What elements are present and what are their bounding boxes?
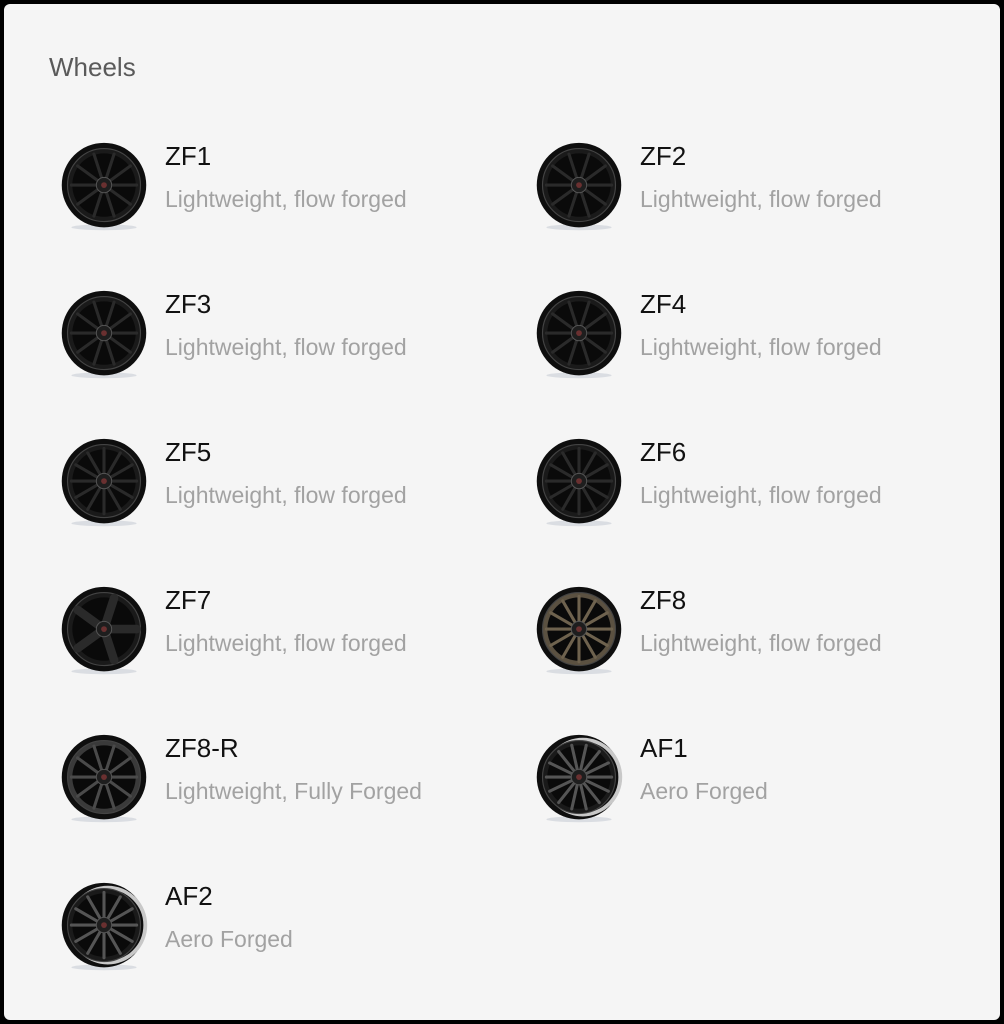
wheel-item-zf7[interactable]: ZF7 Lightweight, flow forged (56, 583, 476, 683)
wheel-name: ZF7 (165, 585, 212, 615)
wheel-description: Lightweight, flow forged (165, 482, 407, 508)
wheel-name: ZF8 (640, 585, 687, 615)
wheel-description: Lightweight, flow forged (165, 334, 407, 360)
wheel-name: AF1 (640, 733, 688, 763)
wheel-name: ZF5 (165, 437, 212, 467)
wheel-name: ZF2 (640, 141, 687, 171)
wheel-item-af2[interactable]: AF2 Aero Forged (56, 879, 476, 979)
wheel-name: ZF3 (165, 289, 212, 319)
wheel-description: Lightweight, flow forged (165, 186, 407, 212)
wheel-icon (531, 287, 627, 383)
wheel-description: Lightweight, flow forged (640, 482, 882, 508)
wheel-description: Lightweight, Fully Forged (165, 778, 422, 804)
wheel-icon (531, 731, 627, 827)
wheel-name: AF2 (165, 881, 213, 911)
wheel-item-zf3[interactable]: ZF3 Lightweight, flow forged (56, 287, 476, 387)
wheel-icon (56, 139, 152, 235)
wheel-description: Lightweight, flow forged (165, 630, 407, 656)
wheel-icon (531, 583, 627, 679)
wheel-name: ZF4 (640, 289, 687, 319)
wheel-name: ZF8-R (165, 733, 239, 763)
wheel-item-zf2[interactable]: ZF2 Lightweight, flow forged (531, 139, 951, 239)
wheels-panel: Wheels ZF1 Lightweight, flow forged ZF2 Lig… (4, 4, 1000, 1020)
wheel-icon (56, 287, 152, 383)
wheel-icon (56, 879, 152, 975)
wheel-name: ZF1 (165, 141, 212, 171)
wheel-item-zf5[interactable]: ZF5 Lightweight, flow forged (56, 435, 476, 535)
wheel-item-af1[interactable]: AF1 Aero Forged (531, 731, 951, 831)
wheel-item-zf8[interactable]: ZF8 Lightweight, flow forged (531, 583, 951, 683)
wheel-description: Lightweight, flow forged (640, 334, 882, 360)
wheel-description: Aero Forged (640, 778, 768, 804)
wheel-icon (531, 139, 627, 235)
wheel-item-zf4[interactable]: ZF4 Lightweight, flow forged (531, 287, 951, 387)
wheel-icon (56, 583, 152, 679)
wheel-item-zf8-r[interactable]: ZF8-R Lightweight, Fully Forged (56, 731, 476, 831)
wheel-item-zf1[interactable]: ZF1 Lightweight, flow forged (56, 139, 476, 239)
wheel-description: Lightweight, flow forged (640, 630, 882, 656)
wheel-description: Lightweight, flow forged (640, 186, 882, 212)
wheel-icon (56, 731, 152, 827)
wheel-name: ZF6 (640, 437, 687, 467)
wheel-icon (531, 435, 627, 531)
wheel-icon (56, 435, 152, 531)
wheel-description: Aero Forged (165, 926, 293, 952)
wheel-item-zf6[interactable]: ZF6 Lightweight, flow forged (531, 435, 951, 535)
wheel-grid: ZF1 Lightweight, flow forged ZF2 Lightweigh… (4, 4, 1000, 1020)
